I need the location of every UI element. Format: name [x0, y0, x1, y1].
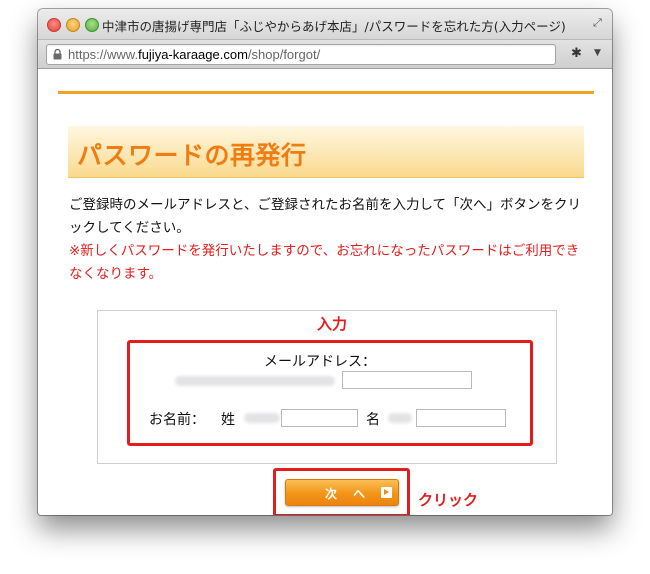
input-annotation: 入力 [317, 315, 348, 333]
url-domain: fujiya-karaage.com [138, 47, 248, 62]
window-title: 中津市の唐揚げ専門店「ふじやからあげ本店」/パスワードを忘れた方(入力ページ) [102, 19, 566, 34]
chevron-down-icon[interactable]: ▼ [594, 48, 601, 58]
last-name-field[interactable] [281, 409, 358, 427]
first-name-label: 名 [366, 412, 380, 428]
warning-text: ※新しくパスワードを発行いたしますので、お忘れになったパスワードはご利用できなく… [69, 243, 580, 282]
instruction-text: ご登録時のメールアドレスと、ご登録されたお名前を入力して「次へ」ボタンをクリック… [69, 197, 582, 236]
close-window-button[interactable] [47, 18, 61, 32]
page-content: パスワードの再発行 ご登録時のメールアドレスと、ご登録されたお名前を入力して「次… [38, 69, 612, 515]
browser-toolbar: https://www.fujiya-karaage.com/shop/forg… [38, 40, 612, 69]
extension-icon[interactable]: ✱ [571, 46, 587, 62]
url-prefix: https://www. [68, 47, 139, 62]
email-label: メールアドレス： [264, 354, 376, 370]
heading-banner: パスワードの再発行 [68, 126, 584, 178]
minimize-window-button[interactable] [66, 18, 80, 32]
url-path: /shop/forgot/ [247, 47, 321, 62]
browser-window: 中津市の唐揚げ専門店「ふじやからあげ本店」/パスワードを忘れた方(入力ページ) … [38, 9, 612, 515]
header-rule [58, 91, 594, 94]
click-annotation: クリック [418, 491, 479, 509]
first-name-blurred-text [388, 413, 412, 423]
zoom-window-button[interactable] [85, 18, 99, 32]
email-field[interactable] [342, 371, 472, 389]
arrow-right-icon [381, 487, 392, 498]
next-button[interactable]: 次 へ [285, 479, 399, 506]
last-name-blurred-text [244, 413, 280, 423]
email-blurred-text [175, 376, 335, 386]
first-name-field[interactable] [416, 409, 506, 427]
last-name-label: 姓 [221, 412, 235, 428]
url-text: https://www.fujiya-karaage.com/shop/forg… [68, 47, 320, 62]
title-bar: 中津市の唐揚げ専門店「ふじやからあげ本店」/パスワードを忘れた方(入力ページ) … [38, 9, 612, 40]
lock-icon [53, 49, 62, 60]
next-button-label: 次 へ [325, 487, 372, 501]
fullscreen-icon[interactable]: ⤢ [593, 17, 605, 29]
name-label: お名前： [149, 412, 205, 428]
address-bar[interactable]: https://www.fujiya-karaage.com/shop/forg… [46, 44, 556, 65]
page-title: パスワードの再発行 [77, 141, 307, 170]
